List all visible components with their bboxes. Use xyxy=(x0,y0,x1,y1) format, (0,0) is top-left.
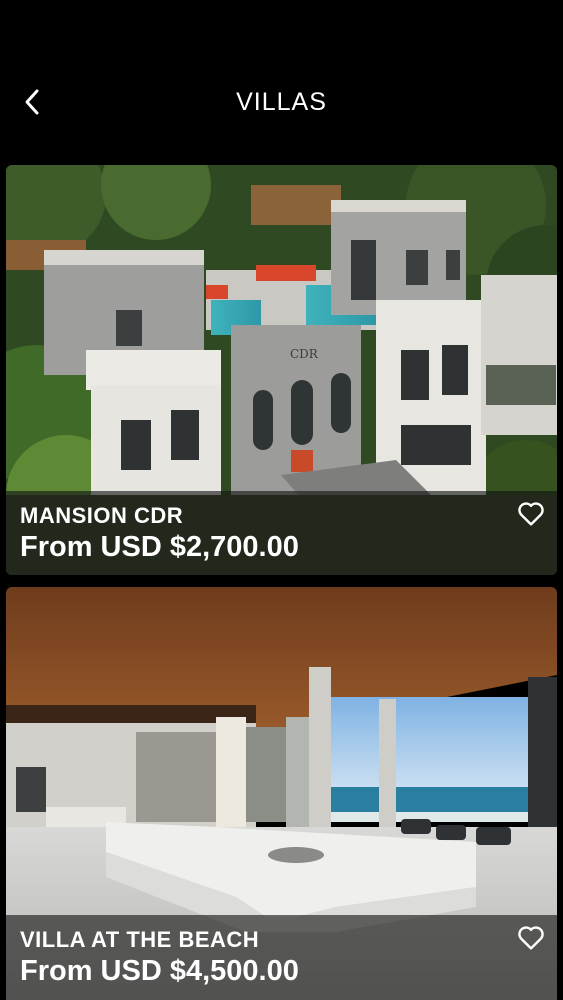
listing-price: From USD $4,500.00 xyxy=(20,955,299,987)
app-header: VILLAS xyxy=(0,0,563,165)
heart-outline-icon[interactable] xyxy=(515,497,547,529)
listing-name: MANSION CDR xyxy=(20,503,184,528)
listing-card-mansion-cdr[interactable]: CDR MANSION CDR From USD $2,700.00 xyxy=(6,165,557,575)
listing-name: VILLA AT THE BEACH xyxy=(20,927,260,952)
heart-outline-icon[interactable] xyxy=(515,921,547,953)
listing-price: From USD $2,700.00 xyxy=(20,531,299,563)
listing-info-panel: VILLA AT THE BEACH From USD $4,500.00 xyxy=(6,915,557,1000)
listing-info-panel: MANSION CDR From USD $2,700.00 xyxy=(6,491,557,575)
building-sign-text: CDR xyxy=(290,347,319,361)
listing-card-villa-at-the-beach[interactable]: VILLA AT THE BEACH From USD $4,500.00 xyxy=(6,587,557,1000)
page-title: VILLAS xyxy=(236,88,327,116)
